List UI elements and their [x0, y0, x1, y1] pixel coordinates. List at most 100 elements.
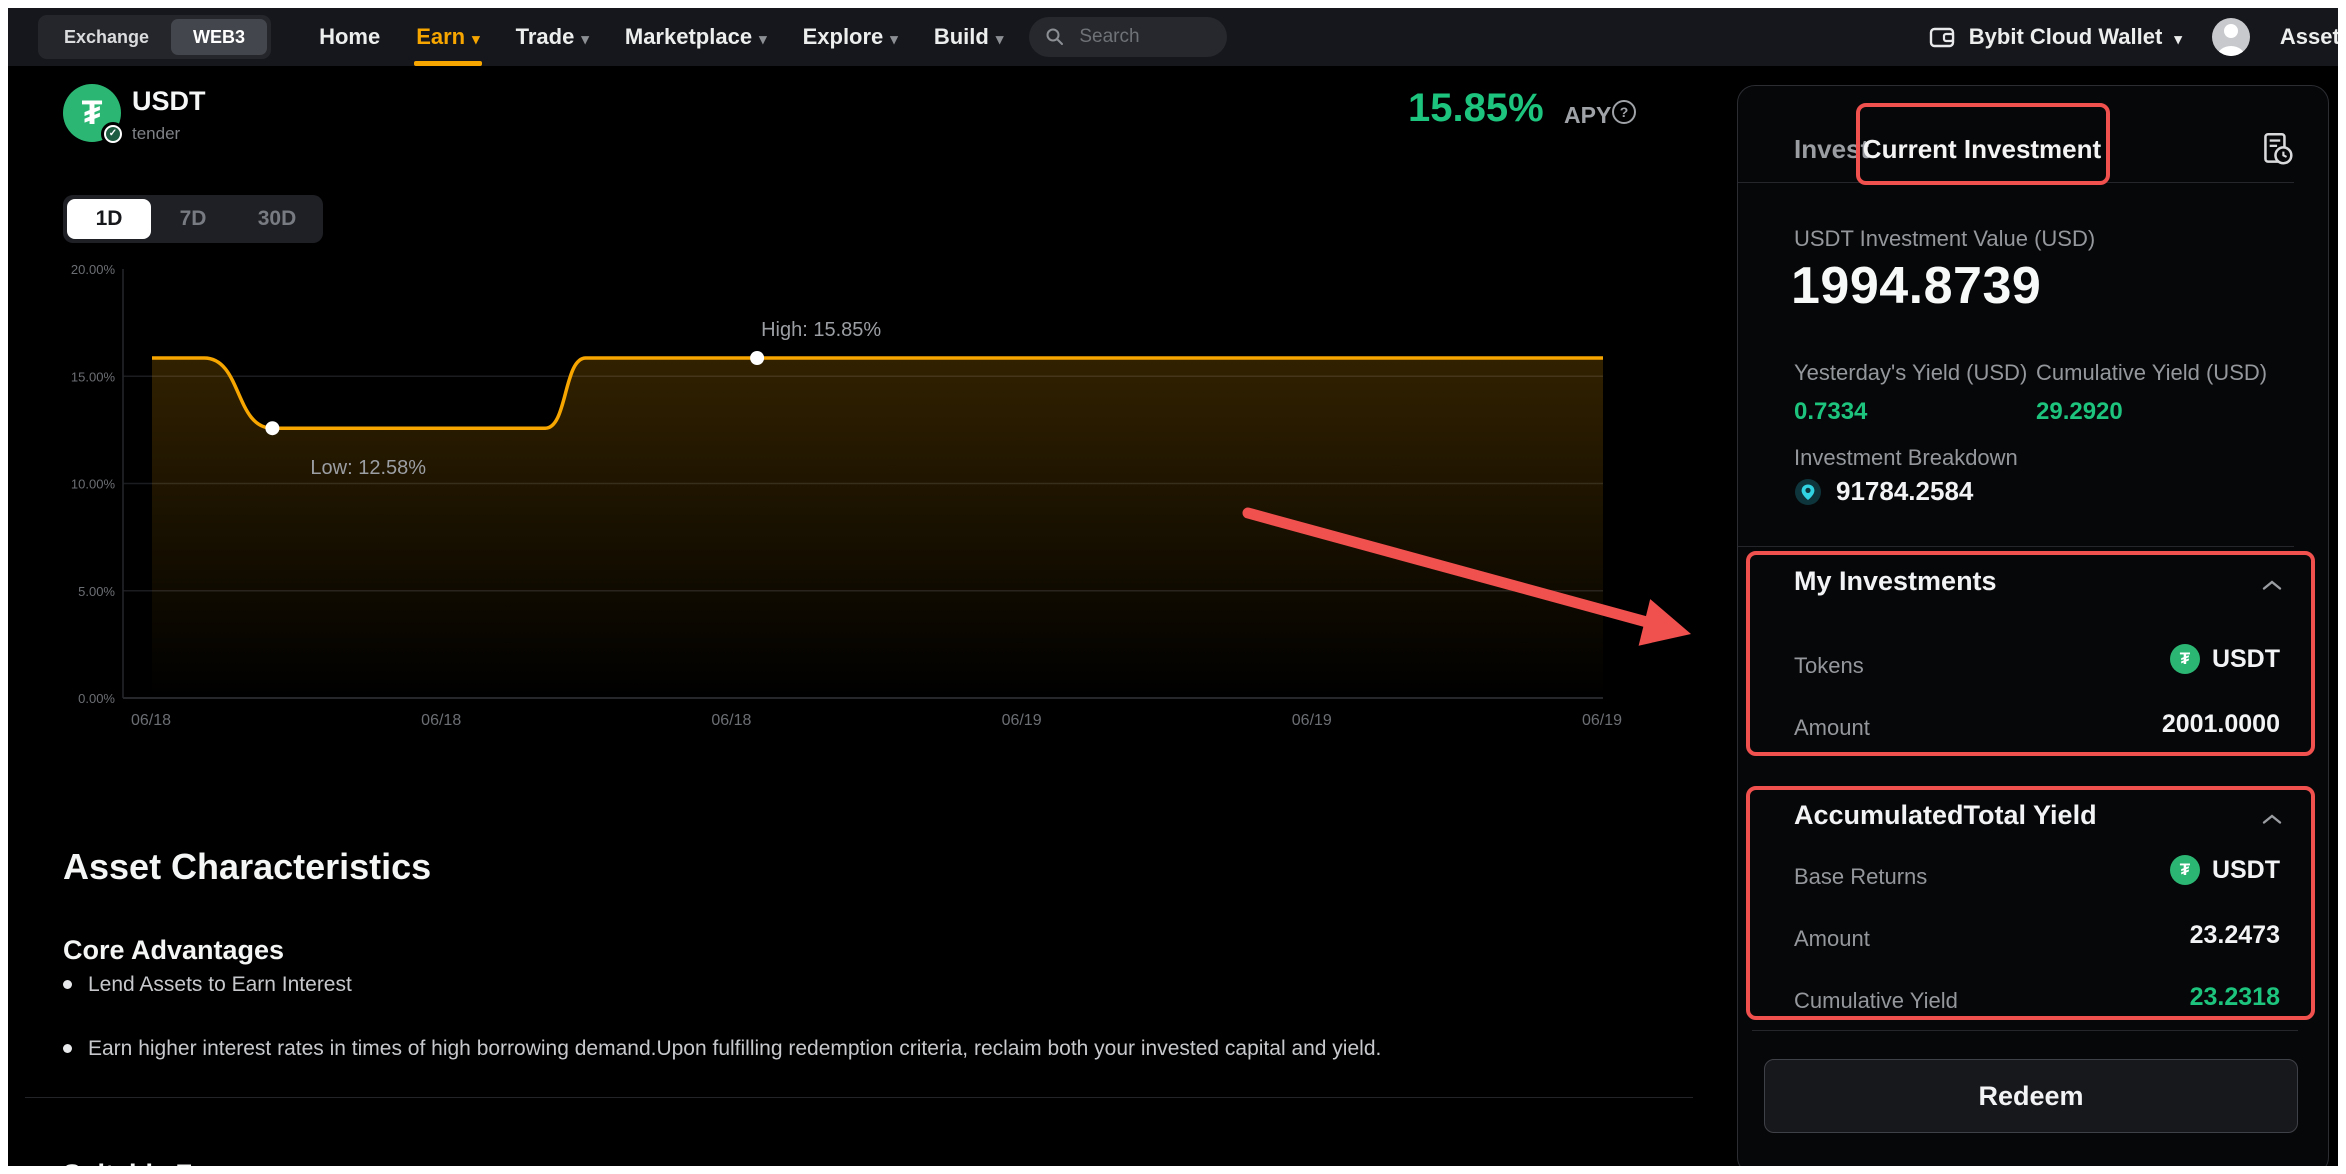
nav-item-earn[interactable]: Earn ▾ — [416, 8, 479, 66]
range-tab-30d[interactable]: 30D — [235, 199, 319, 239]
row-label: Base Returns — [1794, 864, 1927, 890]
chevron-down-icon: ▾ — [472, 30, 480, 48]
row-label: Cumulative Yield — [1794, 988, 1958, 1014]
bullet-icon — [63, 1044, 72, 1053]
usdt-token-icon: ₮ — [2170, 644, 2200, 674]
row-value: ₮ USDT — [2170, 644, 2280, 674]
accumulated-yield-title: AccumulatedTotal Yield — [1794, 800, 2097, 831]
svg-text:06/18: 06/18 — [421, 712, 461, 729]
help-icon[interactable]: ? — [1612, 100, 1636, 124]
svg-text:06/19: 06/19 — [1002, 712, 1042, 729]
row-label: Tokens — [1794, 653, 1864, 679]
chevron-down-icon: ▾ — [996, 30, 1004, 48]
wallet-menu[interactable]: Bybit Cloud Wallet ▾ — [1927, 23, 2182, 51]
nav-label: Marketplace — [625, 24, 752, 50]
panel-divider — [1738, 182, 2294, 183]
apy-chart: 20.00% 15.00% 10.00% 5.00% 0.00% 06/18 06/18 06… — [63, 253, 1643, 733]
svg-text:06/18: 06/18 — [711, 712, 751, 729]
svg-text:06/18: 06/18 — [131, 712, 171, 729]
section-divider — [25, 1097, 1693, 1098]
avatar[interactable] — [2212, 18, 2250, 56]
exchange-tab[interactable]: Exchange — [42, 19, 171, 55]
main-nav: Home Earn ▾ Trade ▾ Marketplace ▾ Explor… — [319, 8, 1003, 66]
token-name: USDT — [2212, 856, 2280, 885]
nav-label: Build — [934, 24, 989, 50]
bullet-icon — [63, 980, 72, 989]
chevron-down-icon: ▾ — [890, 30, 898, 48]
svg-text:Low: 12.58%: Low: 12.58% — [310, 457, 426, 479]
apy-label: APY — [1564, 102, 1611, 129]
nav-label: Trade — [516, 24, 575, 50]
token-name: USDT — [2212, 645, 2280, 674]
suitable-for-title: Suitable For — [63, 1159, 219, 1166]
nav-item-trade[interactable]: Trade ▾ — [516, 8, 589, 66]
svg-text:06/19: 06/19 — [1582, 712, 1622, 729]
search-icon — [1045, 27, 1065, 47]
row-value: 2001.0000 — [2162, 710, 2280, 739]
topbar-right: Bybit Cloud Wallet ▾ Assets — [1927, 18, 2338, 56]
panel-divider — [1752, 1030, 2298, 1031]
core-advantages-title: Core Advantages — [63, 935, 284, 966]
svg-text:10.00%: 10.00% — [71, 477, 116, 492]
chevron-down-icon: ▾ — [581, 30, 589, 48]
search-bar[interactable] — [1029, 17, 1227, 57]
nav-label: Explore — [803, 24, 884, 50]
wallet-icon — [1927, 23, 1957, 51]
usdt-token-icon: ₮ ✓ — [63, 84, 121, 142]
search-input[interactable] — [1077, 25, 1207, 49]
yesterday-yield-value: 0.7334 — [1794, 398, 1867, 426]
web3-tab[interactable]: WEB3 — [171, 19, 267, 55]
list-item: Lend Assets to Earn Interest — [63, 970, 352, 1000]
investment-breakdown-value: 91784.2584 — [1836, 476, 1973, 507]
row-value: ₮ USDT — [2170, 855, 2280, 885]
bullet-text: Earn higher interest rates in times of h… — [88, 1034, 1381, 1064]
page: Exchange WEB3 Home Earn ▾ Trade ▾ Market… — [8, 8, 2338, 1166]
pin-icon — [1794, 478, 1822, 506]
yesterday-yield-label: Yesterday's Yield (USD) — [1794, 360, 2027, 386]
investment-breakdown-label: Investment Breakdown — [1794, 445, 2018, 471]
row-label: Amount — [1794, 715, 1870, 741]
investment-value: 1994.8739 — [1791, 256, 2041, 316]
apy-value: 15.85% — [1408, 86, 1544, 131]
exchange-web3-toggle: Exchange WEB3 — [38, 15, 271, 59]
svg-text:20.00%: 20.00% — [71, 262, 116, 277]
chart-range-tabs: 1D 7D 30D — [63, 195, 323, 243]
verified-badge-icon: ✓ — [101, 122, 125, 146]
my-investments-title: My Investments — [1794, 566, 1997, 597]
nav-item-home[interactable]: Home — [319, 8, 380, 66]
redeem-button[interactable]: Redeem — [1764, 1059, 2298, 1133]
range-tab-7d[interactable]: 7D — [151, 199, 235, 239]
svg-text:5.00%: 5.00% — [78, 584, 115, 599]
asset-characteristics-title: Asset Characteristics — [63, 846, 431, 888]
range-tab-1d[interactable]: 1D — [67, 199, 151, 239]
top-navigation-bar: Exchange WEB3 Home Earn ▾ Trade ▾ Market… — [8, 8, 2338, 66]
bullet-text: Lend Assets to Earn Interest — [88, 970, 352, 1000]
nav-item-explore[interactable]: Explore ▾ — [803, 8, 898, 66]
investment-value-label: USDT Investment Value (USD) — [1794, 226, 2095, 252]
nav-label: Earn — [416, 24, 465, 50]
assets-link[interactable]: Assets — [2280, 24, 2338, 50]
chevron-down-icon: ▾ — [759, 30, 767, 48]
history-icon[interactable] — [2256, 130, 2296, 173]
cumulative-yield-label: Cumulative Yield (USD) — [2036, 360, 2267, 386]
svg-text:06/19: 06/19 — [1292, 712, 1332, 729]
nav-label: Home — [319, 24, 380, 50]
collapse-chevron-icon[interactable] — [2262, 578, 2282, 596]
svg-text:15.00%: 15.00% — [71, 369, 116, 384]
investment-breakdown-row: 91784.2584 — [1794, 476, 1973, 507]
nav-item-marketplace[interactable]: Marketplace ▾ — [625, 8, 767, 66]
svg-text:0.00%: 0.00% — [78, 691, 115, 706]
panel-divider — [1738, 546, 2294, 547]
collapse-chevron-icon[interactable] — [2262, 812, 2282, 830]
row-value: 23.2473 — [2190, 921, 2280, 950]
cumulative-yield-value: 29.2920 — [2036, 398, 2123, 426]
svg-text:High: 15.85%: High: 15.85% — [761, 319, 881, 341]
list-item: Earn higher interest rates in times of h… — [63, 1034, 1381, 1064]
row-label: Amount — [1794, 926, 1870, 952]
tab-current-investment[interactable]: Current Investment — [1856, 134, 2108, 165]
chevron-down-icon: ▾ — [2174, 30, 2182, 48]
token-symbol: USDT — [132, 86, 206, 117]
nav-item-build[interactable]: Build ▾ — [934, 8, 1004, 66]
row-value: 23.2318 — [2190, 983, 2280, 1012]
wallet-label: Bybit Cloud Wallet — [1969, 24, 2163, 50]
